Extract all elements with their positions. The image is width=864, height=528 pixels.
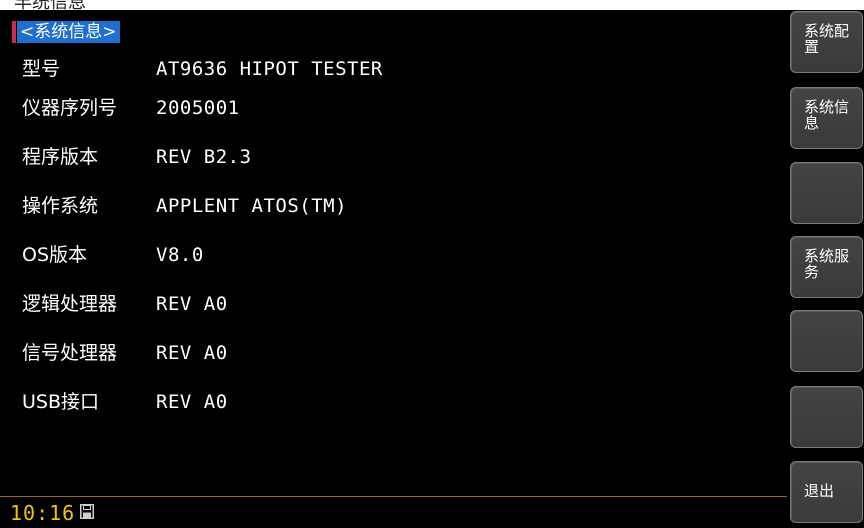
info-label: 信号处理器 xyxy=(22,342,118,364)
info-label: 仪器序列号 xyxy=(22,97,118,119)
clock: 10:16 xyxy=(10,501,76,525)
info-label: 型号 xyxy=(22,58,61,80)
softkey-blank-6[interactable] xyxy=(790,386,863,448)
main-panel: <系统信息> 型号 AT9636 HIPOT TESTER 仪器序列号 2005… xyxy=(0,10,787,496)
softkey-label: 系统服务 xyxy=(804,247,850,281)
softkey-exit[interactable]: 退出 xyxy=(790,461,863,523)
softkey-system-service[interactable]: 系统服务 xyxy=(790,236,863,298)
softkey-system-info[interactable]: 系统信息 xyxy=(790,87,863,149)
softkey-system-config[interactable]: 系统配置 xyxy=(790,11,863,73)
info-value: AT9636 HIPOT TESTER xyxy=(156,58,383,80)
info-value: 2005001 xyxy=(156,97,240,119)
softkey-blank-5[interactable] xyxy=(790,310,863,372)
softkey-label: 系统信息 xyxy=(804,98,850,132)
softkey-label: 退出 xyxy=(804,482,835,500)
info-label: 逻辑处理器 xyxy=(22,293,118,315)
info-value: REV A0 xyxy=(156,342,228,364)
softkey-label: 系统配置 xyxy=(804,22,850,56)
info-label: OS版本 xyxy=(22,244,88,266)
title-accent-bar xyxy=(12,21,16,43)
status-bar: 10:16 xyxy=(0,497,790,528)
info-label: 操作系统 xyxy=(22,195,99,217)
info-value: APPLENT ATOS(TM) xyxy=(156,195,348,217)
info-label: USB接口 xyxy=(22,391,100,413)
info-label: 程序版本 xyxy=(22,146,99,168)
floppy-disk-icon xyxy=(80,504,94,519)
top-strip: 丰统信息 xyxy=(0,0,864,13)
page-title: <系统信息> xyxy=(17,21,120,43)
info-value: REV A0 xyxy=(156,391,228,413)
info-value: REV A0 xyxy=(156,293,228,315)
info-value: V8.0 xyxy=(156,244,204,266)
info-value: REV B2.3 xyxy=(156,146,252,168)
softkey-blank-3[interactable] xyxy=(790,162,863,224)
softkey-panel: 系统配置 系统信息 系统服务 退出 xyxy=(787,10,864,528)
